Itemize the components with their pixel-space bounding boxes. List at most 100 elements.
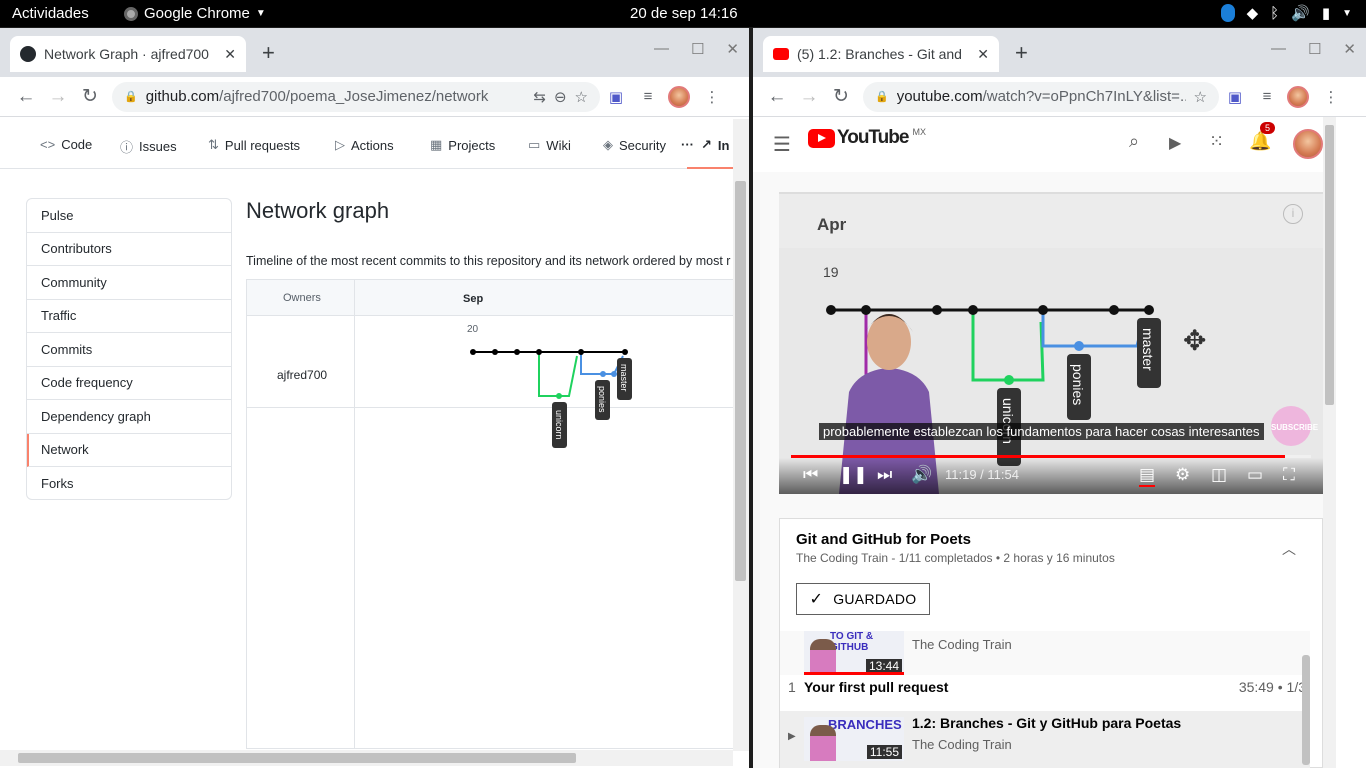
minimize-icon[interactable]: — [654,40,669,58]
forward-icon[interactable]: → [793,86,825,108]
cast-icon[interactable]: ▣ [1219,88,1251,106]
close-tab-icon[interactable]: ✕ [977,46,989,63]
commit-dot[interactable] [470,349,476,355]
miniplayer-icon[interactable]: ◫ [1211,465,1227,485]
create-video-icon[interactable]: ▶ [1169,133,1181,153]
playlist-title[interactable]: Git and GitHub for Poets [796,531,971,548]
menu-commits[interactable]: Commits [27,333,231,367]
clock[interactable]: 20 de sep 14:16 [630,5,738,22]
saved-playlist-button[interactable]: ✓ GUARDADO [796,583,930,615]
commit-dot[interactable] [622,349,628,355]
apps-grid-icon[interactable]: ⁙ [1209,131,1224,152]
commit-dot[interactable] [536,349,542,355]
nav-projects[interactable]: ▦ Projects [430,137,495,153]
menu-kebab-icon[interactable]: ⋮ [1315,88,1347,106]
translate-icon[interactable]: ⇆ [533,88,546,106]
back-icon[interactable]: ← [761,86,793,108]
address-bar[interactable]: 🔒 youtube.com/watch?v=oPpnCh7InLY&list=.… [863,81,1219,112]
new-tab-button[interactable]: + [1015,40,1028,66]
commit-dot[interactable] [492,349,498,355]
tab-network-graph[interactable]: Network Graph · ajfred700 ✕ [10,36,246,72]
close-window-icon[interactable]: ✕ [1343,40,1356,58]
scroll-thumb[interactable] [1325,125,1334,405]
account-avatar[interactable] [1293,129,1323,159]
playlist-item[interactable]: TO GIT & GITHUB 13:44 The Coding Train [780,631,1310,675]
forward-icon[interactable]: → [42,86,74,108]
bluetooth-app-icon[interactable] [1220,4,1235,22]
notifications-bell-icon[interactable]: 🔔 [1249,131,1271,152]
captions-icon[interactable]: ▤ [1139,465,1156,487]
nav-insights[interactable]: ↗ In [701,137,729,153]
nav-code[interactable]: <> Code [40,137,92,152]
fullscreen-icon[interactable]: ⛶ [1283,465,1295,485]
menu-dependency-graph[interactable]: Dependency graph [27,400,231,434]
scroll-thumb[interactable] [735,181,746,581]
settings-gear-icon[interactable]: ⚙ [1175,465,1190,485]
reload-icon[interactable]: ↻ [74,85,106,108]
close-window-icon[interactable]: ✕ [726,40,739,58]
menu-community[interactable]: Community [27,266,231,300]
vertical-scrollbar[interactable] [1323,117,1336,768]
previous-icon[interactable]: ⏮ [803,465,818,485]
nav-wiki[interactable]: ▭ Wiki [528,137,571,153]
hamburger-menu-icon[interactable]: ☰ [773,132,791,157]
pause-icon[interactable]: ❚❚ [839,465,868,485]
commit-dot[interactable] [578,349,584,355]
commit-dot[interactable] [600,371,606,377]
maximize-icon[interactable]: ☐ [1308,40,1321,58]
commit-graph: 20 unicorn ponies master [467,324,632,448]
video-graph-drawing: unicorn ponies master ✥ SUBSCRIBE [826,305,1319,494]
network-graph[interactable]: Owners Sep ajfred700 20 unicorn ponies m… [246,279,734,749]
nav-pull-requests[interactable]: ⇅ Pull requests [208,137,300,153]
video-player[interactable]: Apr i 19 unicorn ponies master ✥ SUBSCRI… [779,192,1323,494]
theater-mode-icon[interactable]: ▭ [1247,465,1263,485]
zoom-icon[interactable]: ⊖ [554,88,567,106]
volume-icon[interactable]: 🔊 [911,465,932,485]
media-control-icon[interactable]: ≡ [632,88,664,105]
app-menu[interactable]: Google Chrome ▼ [124,5,266,22]
back-icon[interactable]: ← [10,86,42,108]
playlist-item[interactable]: 1 Your first pull request 35:49 • 1/3 [780,677,1310,701]
system-tray[interactable]: ◆ ᛒ 🔊 ▮ ▼ [1220,4,1352,22]
horizontal-scrollbar[interactable] [0,750,733,766]
reload-icon[interactable]: ↻ [825,85,857,108]
bookmark-star-icon[interactable]: ☆ [575,88,588,106]
commit-dot[interactable] [556,393,562,399]
menu-code-frequency[interactable]: Code frequency [27,367,231,400]
menu-network[interactable]: Network [27,433,231,467]
media-control-icon[interactable]: ≡ [1251,88,1283,105]
next-icon[interactable]: ⏭ [877,465,892,485]
presenter-head [867,314,911,370]
commit-dot[interactable] [611,371,617,377]
commit-dot[interactable] [514,349,520,355]
menu-kebab-icon[interactable]: ⋮ [696,88,728,106]
playlist-scrollbar[interactable] [1302,655,1310,765]
maximize-icon[interactable]: ☐ [691,40,704,58]
collapse-chevron-icon[interactable]: ︿ [1282,539,1296,559]
video-commit-dot [968,305,978,315]
youtube-logo[interactable]: YouTube MX [808,127,926,149]
menu-contributors[interactable]: Contributors [27,233,231,266]
nav-security[interactable]: ◈ Security [603,137,666,153]
menu-pulse[interactable]: Pulse [27,199,231,233]
nav-issues[interactable]: ⓘ Issues [120,137,177,156]
menu-forks[interactable]: Forks [27,467,231,499]
vertical-scrollbar[interactable] [733,119,749,751]
menu-traffic[interactable]: Traffic [27,300,231,333]
nav-actions[interactable]: ▷ Actions [335,137,394,153]
close-tab-icon[interactable]: ✕ [224,46,236,63]
thumbnail-text: BRANCHES [828,717,902,732]
nav-more[interactable]: ··· [681,137,694,152]
search-icon[interactable]: ⌕ [1129,131,1139,152]
new-tab-button[interactable]: + [262,40,275,66]
profile-avatar[interactable] [668,85,690,108]
bookmark-star-icon[interactable]: ☆ [1194,88,1207,106]
cast-icon[interactable]: ▣ [600,88,632,106]
minimize-icon[interactable]: — [1271,40,1286,58]
playlist-item-current[interactable]: ▶ BRANCHES 11:55 1.2: Branches - Git y G… [780,711,1310,768]
tab-youtube-video[interactable]: (5) 1.2: Branches - Git and ✕ [763,36,999,72]
address-bar[interactable]: 🔒 github.com/ajfred700/poema_JoseJimenez… [112,81,600,112]
scroll-thumb[interactable] [18,753,576,763]
profile-avatar[interactable] [1287,85,1309,108]
activities-button[interactable]: Actividades [12,5,89,22]
